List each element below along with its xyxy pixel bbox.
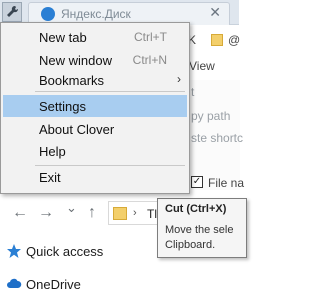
menu-item-settings[interactable]: Settings: [3, 95, 187, 117]
menu-item-new-window[interactable]: New window Ctrl+N: [3, 49, 187, 71]
close-icon[interactable]: ✕: [209, 4, 221, 21]
ribbon-view-tab[interactable]: View: [189, 59, 215, 73]
file-name-checkbox-label: File na: [208, 176, 245, 190]
menu-item-label: Help: [39, 144, 66, 159]
menu-item-label: Settings: [39, 99, 86, 114]
yandex-disk-icon: [41, 7, 55, 21]
ribbon-folder-label: @: [228, 33, 241, 47]
folder-icon: [113, 207, 127, 220]
menu-item-shortcut: Ctrl+T: [134, 30, 167, 44]
menu-item-new-tab[interactable]: New tab Ctrl+T: [3, 26, 187, 48]
wrench-icon: [7, 5, 19, 17]
ribbon-item-copy-path[interactable]: py path: [191, 109, 230, 123]
folder-icon: [211, 34, 223, 46]
tooltip: Cut (Ctrl+X) Move the sele Clipboard.: [157, 198, 247, 258]
tooltip-title: Cut (Ctrl+X): [165, 203, 227, 215]
menu-item-label: New tab: [39, 30, 87, 45]
tooltip-line-1: Move the sele: [165, 224, 234, 236]
chevron-right-icon: ›: [177, 72, 181, 86]
star-icon: [7, 244, 21, 258]
recent-locations-chevron-down-icon[interactable]: ⌄: [66, 200, 77, 216]
menu-item-shortcut: Ctrl+N: [132, 53, 167, 67]
menu-item-bookmarks[interactable]: Bookmarks ›: [3, 69, 187, 91]
cloud-icon: [7, 278, 22, 288]
tab-title: Яндекс.Диск: [61, 7, 131, 21]
tooltip-description: Move the sele Clipboard.: [165, 223, 233, 253]
clover-dropdown-menu: New tab Ctrl+T New window Ctrl+N Bookmar…: [0, 22, 190, 194]
menu-item-help[interactable]: Help: [3, 140, 187, 162]
ribbon-item-0[interactable]: t: [191, 85, 194, 99]
back-arrow-icon[interactable]: ←: [12, 204, 28, 222]
sidebar-item-onedrive[interactable]: OneDrive: [26, 277, 81, 292]
menu-item-about-clover[interactable]: About Clover: [3, 118, 187, 140]
ribbon-item-paste-shortcut[interactable]: ste shortc: [191, 131, 243, 145]
chevron-right-icon: ›: [133, 207, 137, 219]
menu-item-label: New window: [39, 53, 112, 68]
menu-item-label: Exit: [39, 170, 61, 185]
menu-item-label: About Clover: [39, 122, 115, 137]
sidebar-item-quick-access[interactable]: Quick access: [26, 244, 103, 259]
forward-arrow-icon[interactable]: →: [38, 204, 54, 222]
clover-menu-button[interactable]: [2, 2, 22, 22]
file-name-checkbox[interactable]: ✓: [191, 176, 203, 188]
up-arrow-icon[interactable]: ↑: [88, 204, 96, 222]
menu-separator: [35, 91, 185, 92]
address-text: Tl: [147, 207, 157, 221]
menu-item-label: Bookmarks: [39, 73, 105, 88]
menu-item-exit[interactable]: Exit: [3, 166, 187, 188]
tooltip-line-2: Clipboard.: [165, 239, 216, 251]
